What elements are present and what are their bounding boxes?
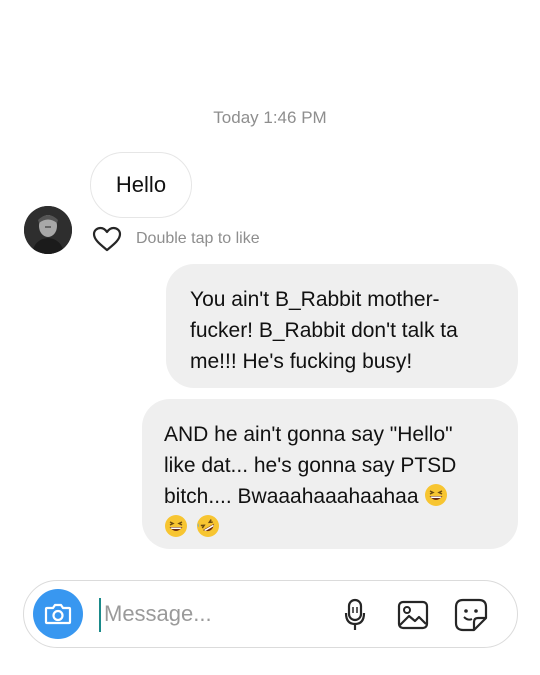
message-line: like dat... he's gonna say PTSD xyxy=(164,454,457,477)
gallery-icon xyxy=(397,600,429,630)
outgoing-message-bubble[interactable]: AND he ain't gonna say "Hello" like dat.… xyxy=(142,399,518,549)
user-avatar-icon xyxy=(24,206,72,254)
camera-icon xyxy=(44,603,72,625)
timestamp: Today 1:46 PM xyxy=(213,108,327,127)
message-line: You ain't B_Rabbit mother- xyxy=(190,288,440,311)
outgoing-message-bubble[interactable]: You ain't B_Rabbit mother- fucker! B_Rab… xyxy=(166,264,518,388)
message-line: AND he ain't gonna say "Hello" xyxy=(164,423,453,446)
message-line-text: bitch.... Bwaaahaaahaahaa xyxy=(164,485,419,508)
sticker-button[interactable] xyxy=(453,597,489,633)
grinning-squinting-face-emoji xyxy=(425,484,448,506)
incoming-message-text: Hello xyxy=(115,172,167,197)
emoji-line xyxy=(164,512,498,543)
avatar[interactable] xyxy=(24,206,72,254)
message-line: bitch.... Bwaaahaaahaahaa xyxy=(164,481,498,512)
like-row[interactable]: Double tap to like xyxy=(92,224,260,254)
camera-button[interactable] xyxy=(33,589,83,639)
microphone-icon xyxy=(344,598,366,630)
voice-message-button[interactable] xyxy=(337,597,373,633)
text-cursor xyxy=(99,598,101,632)
message-input[interactable] xyxy=(104,593,324,635)
grinning-squinting-face-emoji xyxy=(165,515,187,537)
incoming-message-bubble[interactable]: Hello xyxy=(90,152,192,218)
message-line: fucker! B_Rabbit don't talk ta xyxy=(190,319,458,342)
sticker-icon xyxy=(454,598,488,632)
gallery-button[interactable] xyxy=(395,597,431,633)
message-line: me!!! He's fucking busy! xyxy=(190,350,413,373)
rolling-on-floor-laughing-emoji xyxy=(196,515,219,537)
message-composer xyxy=(23,580,518,648)
heart-icon[interactable] xyxy=(92,226,122,252)
like-hint-text: Double tap to like xyxy=(136,230,260,247)
